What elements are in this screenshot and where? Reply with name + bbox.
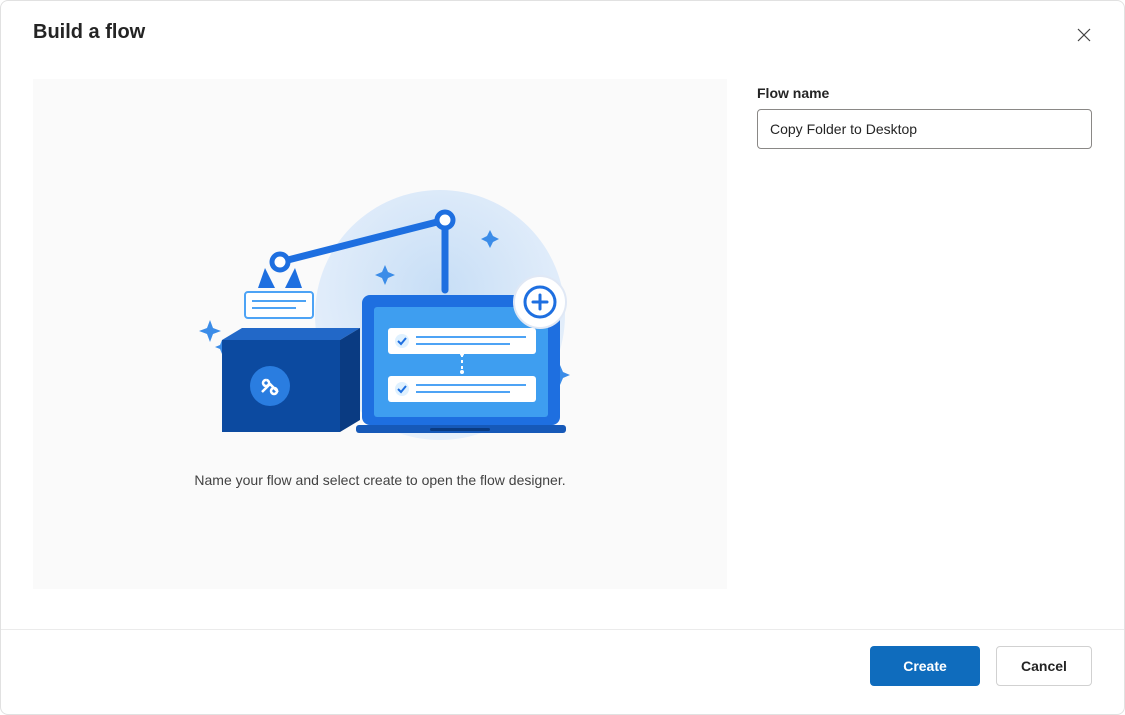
form-panel: Flow name [757,79,1092,629]
flow-name-input[interactable] [757,109,1092,149]
build-flow-dialog: Build a flow [0,0,1125,715]
flow-name-label: Flow name [757,85,1092,101]
illustration-panel: Name your flow and select create to open… [33,79,727,589]
dialog-header: Build a flow [1,1,1124,59]
dialog-title: Build a flow [33,21,145,44]
dialog-content: Name your flow and select create to open… [1,59,1124,629]
flow-illustration [170,180,590,440]
dialog-footer: Create Cancel [1,629,1124,714]
create-button[interactable]: Create [870,646,980,686]
cancel-button[interactable]: Cancel [996,646,1092,686]
close-button[interactable] [1068,19,1100,51]
illustration-caption: Name your flow and select create to open… [194,472,565,488]
close-icon [1077,28,1091,42]
